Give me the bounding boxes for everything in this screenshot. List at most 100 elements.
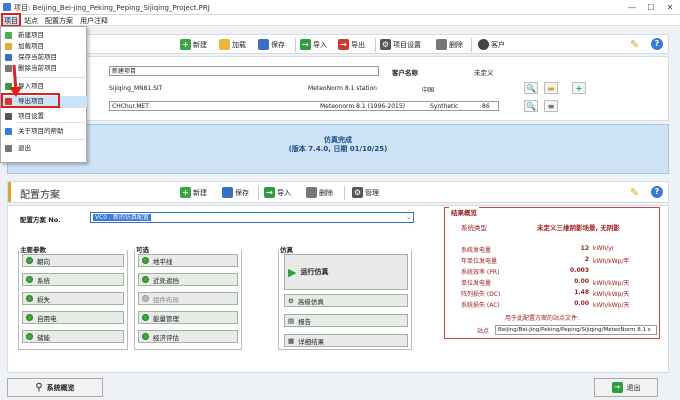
menu-site[interactable]: 站点	[24, 16, 38, 26]
site-folder-button[interactable]: ▬	[544, 82, 558, 94]
new-variant-button[interactable]: + 新建	[180, 187, 207, 198]
site-add-button[interactable]: +	[572, 82, 586, 94]
menu-item-label: 新建项目	[18, 31, 44, 39]
gear-icon: ⚙	[380, 39, 391, 50]
plus-icon: +	[180, 39, 191, 50]
project-settings-button[interactable]: ⚙ 项目设置	[380, 39, 421, 50]
exit-icon	[5, 145, 12, 152]
close-window-button[interactable]: ✕	[664, 2, 676, 13]
result-label: 系统发电量	[461, 247, 492, 254]
result-unit: kWh/kWp/天	[593, 302, 630, 309]
results-overview-box: 结果概览 系统类型 未定义三维阴影场景, 无阴影 系统发电量 12 kWh/yr 年单…	[444, 207, 660, 339]
variant-select[interactable]: VC0 : 新的仿真配置 ⌄	[90, 212, 414, 223]
pencil-icon[interactable]: ✎	[630, 186, 639, 199]
main-param-button-0[interactable]: 朝向	[22, 254, 124, 267]
chevron-down-icon: ⌄	[405, 214, 411, 221]
met-database-button[interactable]: ≡	[544, 100, 558, 112]
simulation-version: (版本 7.4.0, 日期 01/10/25)	[288, 145, 388, 153]
simulation-status-panel: 仿真完成 (版本 7.4.0, 日期 01/10/25)	[7, 124, 669, 174]
system-overview-button[interactable]: ⚲ 系统概览	[7, 378, 103, 397]
delete-project-button[interactable]: 删除	[436, 39, 463, 50]
menu-item-save-project[interactable]: 保存当前项目	[1, 52, 87, 63]
results-title: 结果概览	[449, 207, 479, 217]
report-button[interactable]: ▤ 报告	[284, 314, 408, 327]
run-simulation-button[interactable]: ▶ 运行仿真	[284, 254, 408, 290]
site-path-field[interactable]: Beijing/Bei-jing/Peking/Peping/Sijiqing/…	[495, 325, 657, 335]
app-icon	[3, 3, 11, 11]
main-param-button-3[interactable]: 自用电	[22, 311, 124, 324]
pencil-icon[interactable]: ✎	[630, 38, 639, 51]
maximize-button[interactable]: ☐	[645, 2, 657, 13]
optional-button-4[interactable]: 经济评估	[138, 330, 238, 343]
main-param-button-1[interactable]: 系统	[22, 273, 124, 286]
main-param-button-2[interactable]: 损失	[22, 292, 124, 305]
window-title: 项目: Beijing_Bei-jing_Peking_Peping_Sijiq…	[14, 4, 210, 12]
export-project-button[interactable]: → 导出	[338, 39, 365, 50]
result-label: 单位发电量	[461, 280, 492, 287]
met-file-field[interactable]: CHChur.MET Meteonorm 8.1 (1996-2015) Syn…	[109, 101, 499, 111]
import-variant-button[interactable]: → 导入	[264, 187, 291, 198]
optional-button-2[interactable]: 组件布局	[138, 292, 238, 305]
met-search-button[interactable]: 🔍	[524, 100, 538, 112]
variant-select-value: VC0 : 新的仿真配置	[93, 214, 151, 221]
status-dot-icon	[26, 314, 33, 321]
met-source: Meteonorm 8.1 (1996-2015)	[320, 103, 406, 110]
detailed-results-button[interactable]: ▦ 详细结果	[284, 334, 408, 347]
report-icon: ▤	[288, 316, 295, 325]
import-project-button[interactable]: → 导入	[300, 39, 327, 50]
new-project-button[interactable]: + 新建	[180, 39, 207, 50]
client-name-value: 未定义	[474, 69, 494, 77]
save-project-button[interactable]: 保存	[258, 39, 285, 50]
variant-section-title: 配置方案	[20, 190, 60, 201]
variant-number-label: 配置方案 No.	[20, 216, 61, 224]
variant-toolbar: 配置方案 + 新建 保存 → 导入 删除 ⚙ 管理 ✎ ?	[7, 181, 669, 203]
trash-icon	[306, 187, 317, 198]
system-type-label: 系统类型	[461, 224, 487, 232]
result-unit: kWh/kWp/天	[593, 291, 630, 298]
result-value: 0.00	[574, 300, 589, 307]
system-type-value: 未定义三维阴影场景, 无阴影	[537, 224, 620, 232]
menu-item-project-help[interactable]: 关于项目的帮助	[1, 126, 87, 137]
optional-button-1[interactable]: 近处遮挡	[138, 273, 238, 286]
status-dot-icon	[26, 276, 33, 283]
result-value: 2	[584, 256, 589, 263]
menu-bar: 项目 站点 配置方案 用户注释	[0, 15, 680, 26]
menu-item-label: 退出	[18, 144, 31, 152]
pointer-arrow	[6, 64, 28, 97]
project-name-field[interactable]: 新建项目	[109, 66, 379, 76]
menu-variant[interactable]: 配置方案	[45, 16, 73, 26]
result-value: 12	[580, 245, 589, 252]
client-button[interactable]: 客户	[478, 39, 505, 50]
help-icon[interactable]: ?	[651, 38, 663, 50]
menu-user-notes[interactable]: 用户注释	[80, 16, 108, 26]
exit-button[interactable]: → 退出	[594, 378, 658, 397]
manage-variant-button[interactable]: ⚙ 管理	[352, 187, 379, 198]
status-dot-icon	[142, 333, 149, 340]
menu-item-load-project[interactable]: 加载项目	[1, 41, 87, 52]
status-dot-icon	[26, 333, 33, 340]
menu-item-project-settings[interactable]: 项目设置	[1, 111, 87, 122]
variant-panel: 配置方案 No. VC0 : 新的仿真配置 ⌄ 主要参数 朝向 系统 损失 自用电 储能…	[7, 205, 669, 373]
status-dot-icon	[26, 295, 33, 302]
result-value: 0.00	[574, 278, 589, 285]
client-name-label: 客户名称	[392, 69, 418, 77]
minimize-button[interactable]: —	[626, 2, 638, 13]
optional-button-0[interactable]: 地平线	[138, 254, 238, 267]
result-label: 阵列损失 (DC)	[461, 291, 501, 298]
load-project-button[interactable]: 加载	[219, 39, 246, 50]
met-type: Synthetic	[430, 103, 459, 110]
menu-item-exit[interactable]: 退出	[1, 143, 87, 154]
advanced-simulation-button[interactable]: ⚙ 高级仿真	[284, 294, 408, 307]
menu-item-new-project[interactable]: 新建项目	[1, 30, 87, 41]
site-search-button[interactable]: 🔍	[524, 82, 538, 94]
optional-button-3[interactable]: 能量管理	[138, 311, 238, 324]
help-icon[interactable]: ?	[651, 186, 663, 198]
site-file-name: Sijiqing_MN81.SIT	[109, 85, 163, 92]
result-label: 系统效率 (PR)	[461, 269, 500, 276]
met-number: 86	[482, 103, 490, 110]
status-dot-icon	[142, 314, 149, 321]
save-variant-button[interactable]: 保存	[222, 187, 249, 198]
main-param-button-4[interactable]: 储能	[22, 330, 124, 343]
project-info-panel: 新建项目 客户名称 未定义 Sijiqing_MN81.SIT MeteoNor…	[7, 56, 669, 121]
delete-variant-button[interactable]: 删除	[306, 187, 333, 198]
